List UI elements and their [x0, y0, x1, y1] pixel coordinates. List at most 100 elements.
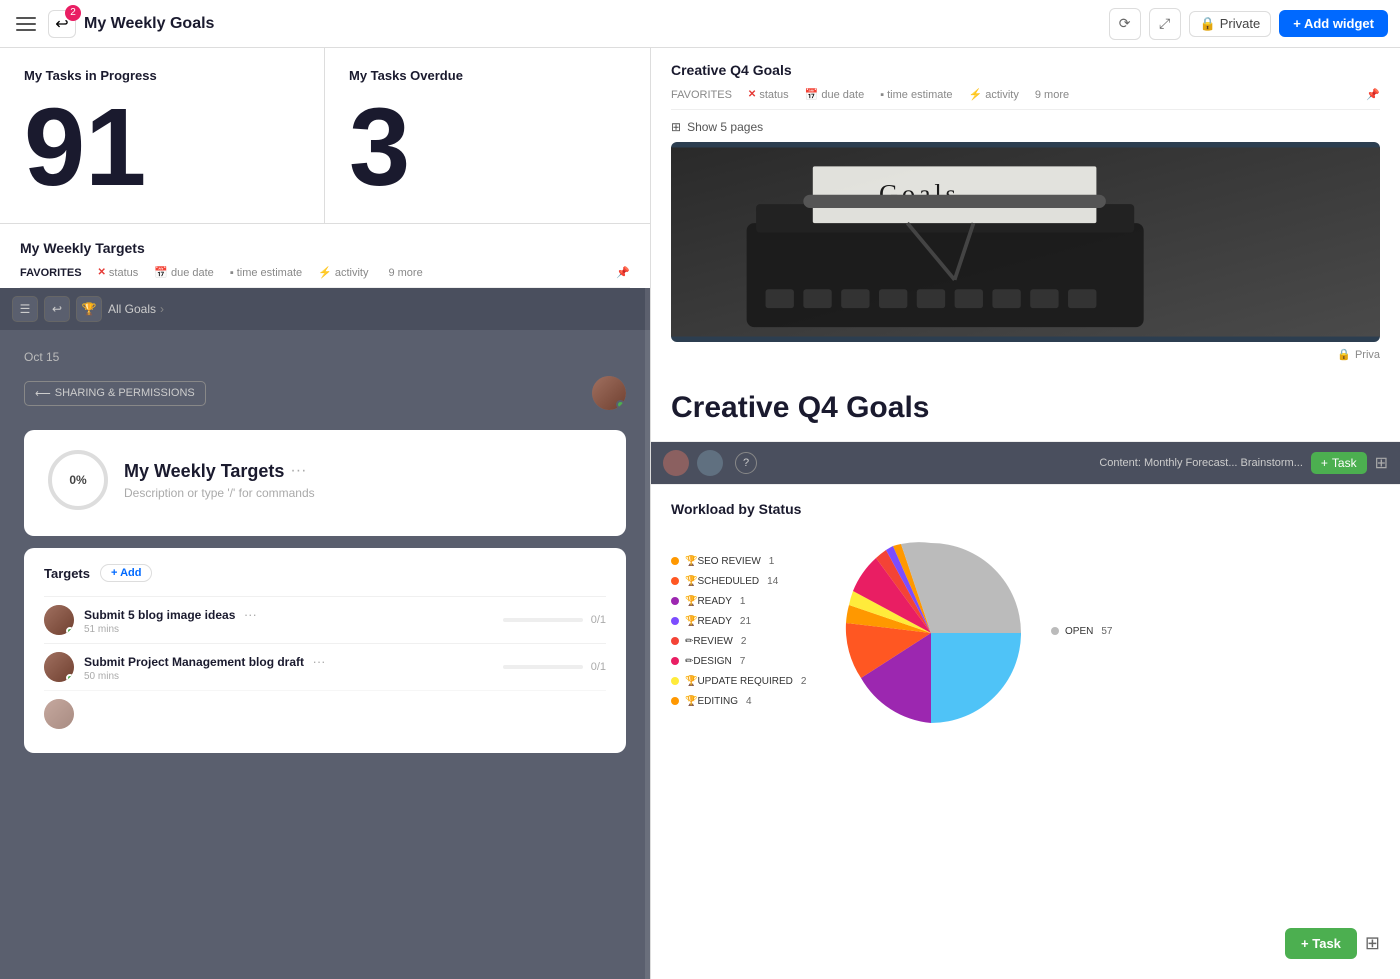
tab-due-date[interactable]: 📅 due date — [154, 266, 214, 279]
target-user-avatar-1 — [44, 605, 74, 635]
avatar-online-dot — [616, 400, 625, 409]
cq4-content-text: Content: Monthly Forecast... Brainstorm.… — [1099, 457, 1303, 469]
cq4-content: ⊞ Show 5 pages — [651, 110, 1400, 371]
inner-app-widget: ☰ ↩ 🏆 All Goals › Oct 15 — [0, 288, 650, 979]
legend-seo-review: 🏆SEO REVIEW 1 — [671, 556, 811, 567]
grid-icon: ⊞ — [1365, 933, 1380, 953]
target-progress-1: 0/1 — [503, 614, 606, 626]
lock-icon: 🔒 — [1200, 16, 1216, 32]
goal-title: My Weekly Targets — [124, 461, 284, 482]
legend-count-ready1: 1 — [740, 596, 746, 607]
legend-count-update: 2 — [801, 676, 807, 687]
sharing-permissions-button[interactable]: ⟵ SHARING & PERMISSIONS — [24, 381, 206, 406]
pin-icon[interactable]: 📌 — [616, 266, 630, 279]
target-name-1: Submit 5 blog image ideas — [84, 608, 235, 622]
expand-button[interactable]: ⤢ — [1149, 8, 1181, 40]
more-label: 9 more — [388, 267, 422, 279]
legend-count-open: 57 — [1101, 626, 1112, 637]
weekly-targets-section: My Weekly Targets FAVORITES ✕ status 📅 d… — [0, 224, 650, 979]
time-estimate-label: time estimate — [237, 267, 302, 279]
tab-activity[interactable]: ⚡ activity — [318, 266, 368, 279]
task-fab-button[interactable]: + Task — [1285, 928, 1357, 959]
lock-small-icon: 🔒 — [1337, 348, 1351, 361]
inner-breadcrumb: All Goals › — [108, 302, 164, 316]
tab-status[interactable]: ✕ status — [98, 267, 139, 279]
cq4-tab-time-estimate[interactable]: ▪ time estimate — [880, 89, 952, 101]
cq4-tab-more[interactable]: 9 more — [1035, 89, 1069, 101]
cq4-avatar-2 — [697, 450, 723, 476]
inner-trophy-button[interactable]: 🏆 — [76, 296, 102, 322]
add-target-button[interactable]: + Add — [100, 564, 152, 582]
weekly-targets-title: My Weekly Targets — [20, 240, 630, 256]
status-label: status — [109, 267, 138, 279]
back-button[interactable]: ↩ 2 — [48, 10, 76, 38]
target-progress-2: 0/1 — [503, 661, 606, 673]
cq4-calendar-icon: 📅 — [805, 88, 819, 101]
target-more-1[interactable]: ··· — [244, 607, 257, 622]
target-info-2: Submit Project Management blog draft ···… — [84, 653, 493, 682]
pages-icon: ⊞ — [671, 120, 681, 134]
cq4-help-button[interactable]: ? — [735, 452, 757, 474]
share-icon: ⟵ — [35, 387, 51, 400]
cq4-tab-activity[interactable]: ⚡ activity — [969, 88, 1019, 101]
inner-back-button[interactable]: ↩ — [44, 296, 70, 322]
tab-more[interactable]: 9 more — [388, 267, 422, 279]
cq4-pin-icon[interactable]: 📌 — [1366, 88, 1380, 101]
tab-favorites[interactable]: FAVORITES — [20, 267, 82, 279]
grid-fab-button[interactable]: ⊞ — [1365, 933, 1380, 954]
left-legend: 🏆SEO REVIEW 1 🏆SCHEDULED 14 🏆READY 1 — [671, 556, 811, 711]
refresh-button[interactable]: ⟳ — [1109, 8, 1141, 40]
cq4-tab-status[interactable]: ✕ status — [748, 89, 789, 101]
cq4-privacy-row: 🔒 Priva — [671, 348, 1380, 361]
inner-scrollbar[interactable] — [645, 288, 650, 979]
legend-label-editing: 🏆EDITING — [685, 696, 738, 707]
legend-dot-scheduled — [671, 577, 679, 585]
legend-dot-review — [671, 637, 679, 645]
cq4-time-estimate-label: time estimate — [887, 89, 952, 101]
tab-time-estimate[interactable]: ▪ time estimate — [230, 267, 302, 279]
cq4-tab-favorites[interactable]: FAVORITES — [671, 89, 732, 101]
inner-back-icon: ↩ — [52, 302, 62, 316]
target-ratio-1: 0/1 — [591, 614, 606, 626]
inner-sharing-row: ⟵ SHARING & PERMISSIONS — [24, 376, 626, 410]
legend-label-seo: 🏆SEO REVIEW — [685, 556, 761, 567]
legend-design: ✏DESIGN 7 — [671, 656, 811, 667]
weekly-targets-header: My Weekly Targets FAVORITES ✕ status 📅 d… — [0, 224, 650, 288]
legend-label-review: ✏REVIEW — [685, 636, 733, 647]
show-pages-button[interactable]: ⊞ Show 5 pages — [671, 120, 1380, 134]
add-widget-button[interactable]: + Add widget — [1279, 10, 1388, 37]
legend-label-open: OPEN — [1065, 626, 1093, 637]
cq4-grid-icon[interactable]: ⊞ — [1375, 453, 1388, 473]
private-button[interactable]: 🔒 Private — [1189, 11, 1272, 37]
avatar-dot-1 — [66, 627, 74, 635]
cq4-task-button[interactable]: + Task — [1311, 452, 1367, 474]
tasks-overdue-number: 3 — [349, 93, 626, 203]
goal-more-button[interactable]: ··· — [290, 462, 306, 480]
legend-dot-ready1 — [671, 597, 679, 605]
legend-dot-design — [671, 657, 679, 665]
legend-dot-update — [671, 677, 679, 685]
inner-menu-button[interactable]: ☰ — [12, 296, 38, 322]
legend-ready21: 🏆READY 21 — [671, 616, 811, 627]
cq4-tab-due-date[interactable]: 📅 due date — [805, 88, 865, 101]
legend-update: 🏆UPDATE REQUIRED 2 — [671, 676, 811, 687]
target-ratio-2: 0/1 — [591, 661, 606, 673]
favorites-label: FAVORITES — [20, 267, 82, 279]
cq4-tabs: FAVORITES ✕ status 📅 due date ▪ time est… — [671, 88, 1380, 110]
legend-count-design: 7 — [740, 656, 746, 667]
hamburger-menu-button[interactable] — [12, 10, 40, 38]
due-date-label: due date — [171, 267, 214, 279]
legend-label-ready21: 🏆READY — [685, 616, 732, 627]
inner-content: Oct 15 ⟵ SHARING & PERMISSIONS — [0, 330, 650, 773]
pie-svg — [831, 533, 1031, 733]
target-item-3 — [44, 690, 606, 737]
goal-progress-circle: 0% — [48, 450, 108, 510]
cq4-status-label: status — [759, 89, 788, 101]
right-legend: OPEN 57 — [1051, 626, 1112, 641]
legend-dot-seo — [671, 557, 679, 565]
legend-label-update: 🏆UPDATE REQUIRED — [685, 676, 793, 687]
goal-percent: 0% — [69, 473, 86, 487]
calendar-icon: 📅 — [154, 266, 168, 279]
target-more-2[interactable]: ··· — [312, 654, 325, 669]
top-widgets-row: My Tasks in Progress 91 My Tasks Overdue… — [0, 48, 650, 224]
